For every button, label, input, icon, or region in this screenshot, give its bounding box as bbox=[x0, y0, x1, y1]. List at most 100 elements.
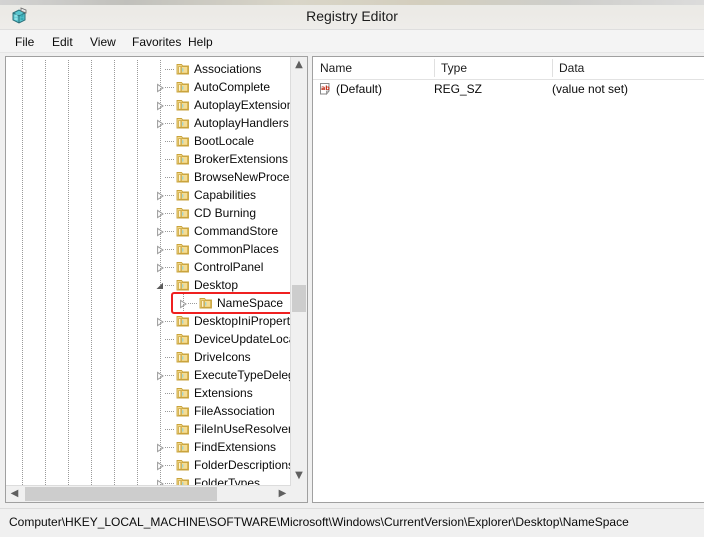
tree-item-bootlocale[interactable]: BootLocale bbox=[6, 132, 291, 150]
tree-expander-expanded-icon[interactable] bbox=[155, 280, 165, 290]
tree-item-foldertypes[interactable]: FolderTypes bbox=[6, 474, 291, 485]
tree-expander-collapsed-icon[interactable] bbox=[178, 298, 188, 309]
tree-guide-line bbox=[68, 276, 69, 294]
tree-item-fileinuseresolver[interactable]: FileInUseResolver bbox=[6, 420, 291, 438]
tree-expander-collapsed-icon[interactable] bbox=[155, 82, 165, 93]
tree-item-desktopiniproperty[interactable]: DesktopIniProperty bbox=[6, 312, 291, 330]
registry-tree-panel[interactable]: Associations AutoComplete AutoplayExtensio… bbox=[5, 56, 308, 503]
tree-guide-line bbox=[22, 168, 23, 186]
tree-item-deviceupdatelocat[interactable]: DeviceUpdateLocat bbox=[6, 330, 291, 348]
tree-guide-line bbox=[45, 186, 46, 204]
tree-guide-line bbox=[68, 240, 69, 258]
table-row[interactable]: ab (Default) REG_SZ (value not set) bbox=[313, 79, 704, 99]
tree-item-controlpanel[interactable]: ControlPanel bbox=[6, 258, 291, 276]
tree-guide-line bbox=[68, 384, 69, 402]
tree-item-cd-burning[interactable]: CD Burning bbox=[6, 204, 291, 222]
tree-guide-line bbox=[160, 402, 161, 420]
menu-file[interactable]: File bbox=[8, 30, 41, 53]
tree-hscroll-thumb[interactable] bbox=[25, 487, 217, 501]
menu-help[interactable]: Help bbox=[181, 30, 220, 53]
tree-guide-line bbox=[45, 78, 46, 96]
tree-connector bbox=[165, 339, 175, 340]
tree-expander-collapsed-icon[interactable] bbox=[155, 442, 165, 453]
menu-bar: File Edit View Favorites Help bbox=[0, 30, 704, 53]
tree-expander-collapsed-icon[interactable] bbox=[155, 118, 165, 129]
tree-guide-line bbox=[68, 150, 69, 168]
tree-item-label: AutoComplete bbox=[194, 80, 271, 94]
tree-item-label: CommandStore bbox=[194, 224, 279, 238]
tree-item-label: DeviceUpdateLocat bbox=[194, 332, 291, 346]
tree-item-desktop[interactable]: Desktop bbox=[6, 276, 291, 294]
tree-item-executetypedelega[interactable]: ExecuteTypeDelega bbox=[6, 366, 291, 384]
tree-scroll-thumb[interactable] bbox=[292, 285, 306, 312]
tree-guide-line bbox=[22, 240, 23, 258]
tree-guide-line bbox=[137, 132, 138, 150]
scroll-right-button[interactable]: ▶ bbox=[274, 486, 291, 502]
tree-expander-collapsed-icon[interactable] bbox=[155, 226, 165, 237]
tree-item-autoplayextensions[interactable]: AutoplayExtensions bbox=[6, 96, 291, 114]
tree-guide-line bbox=[91, 366, 92, 384]
chevron-down-icon: ▼ bbox=[295, 470, 303, 481]
menu-edit[interactable]: Edit bbox=[45, 30, 80, 53]
tree-guide-line bbox=[114, 402, 115, 420]
tree-guide-line bbox=[45, 420, 46, 438]
tree-item-findextensions[interactable]: FindExtensions bbox=[6, 438, 291, 456]
tree-item-autocomplete[interactable]: AutoComplete bbox=[6, 78, 291, 96]
tree-expander-collapsed-icon[interactable] bbox=[155, 262, 165, 273]
column-header-data[interactable]: Data bbox=[552, 57, 704, 79]
tree-guide-line bbox=[22, 384, 23, 402]
registry-values-panel[interactable]: Name Type Data ab (Default) REG_SZ (valu… bbox=[312, 56, 704, 503]
tree-guide-line bbox=[22, 312, 23, 330]
tree-item-extensions[interactable]: Extensions bbox=[6, 384, 291, 402]
tree-guide-line bbox=[45, 222, 46, 240]
tree-guide-line bbox=[160, 150, 161, 168]
menu-favorites[interactable]: Favorites bbox=[125, 30, 188, 53]
registry-tree[interactable]: Associations AutoComplete AutoplayExtensio… bbox=[6, 57, 291, 485]
tree-item-label: CommonPlaces bbox=[194, 242, 279, 256]
tree-expander-collapsed-icon[interactable] bbox=[155, 100, 165, 111]
tree-item-label: FileInUseResolver bbox=[194, 422, 291, 436]
svg-text:ab: ab bbox=[321, 84, 330, 92]
tree-vertical-scrollbar[interactable]: ▲ ▼ bbox=[290, 57, 307, 502]
tree-item-commandstore[interactable]: CommandStore bbox=[6, 222, 291, 240]
tree-expander-collapsed-icon[interactable] bbox=[155, 190, 165, 201]
tree-guide-line bbox=[137, 258, 138, 276]
tree-item-browsenewprocess[interactable]: BrowseNewProcess bbox=[6, 168, 291, 186]
scroll-left-button[interactable]: ◀ bbox=[6, 486, 23, 502]
tree-expander-collapsed-icon[interactable] bbox=[155, 316, 165, 327]
tree-expander-collapsed-icon[interactable] bbox=[155, 370, 165, 381]
tree-horizontal-scrollbar[interactable]: ◀ ▶ bbox=[6, 485, 291, 502]
column-header-name[interactable]: Name bbox=[313, 57, 434, 79]
chevron-left-icon: ◀ bbox=[10, 488, 19, 499]
tree-guide-line bbox=[22, 258, 23, 276]
tree-expander-collapsed-icon[interactable] bbox=[155, 460, 165, 471]
registry-key-icon bbox=[176, 224, 190, 238]
tree-guide-line bbox=[91, 474, 92, 485]
tree-expander-collapsed-icon[interactable] bbox=[155, 478, 165, 485]
menu-view[interactable]: View bbox=[83, 30, 123, 53]
tree-guide-line bbox=[91, 384, 92, 402]
tree-item-namespace[interactable]: NameSpace bbox=[6, 294, 291, 312]
tree-item-driveicons[interactable]: DriveIcons bbox=[6, 348, 291, 366]
tree-item-capabilities[interactable]: Capabilities bbox=[6, 186, 291, 204]
tree-connector bbox=[165, 285, 175, 286]
tree-guide-line bbox=[45, 474, 46, 485]
tree-connector bbox=[165, 321, 175, 322]
column-header-type[interactable]: Type bbox=[434, 57, 552, 79]
tree-guide-line bbox=[45, 348, 46, 366]
tree-guide-line bbox=[68, 132, 69, 150]
tree-item-folderdescriptions[interactable]: FolderDescriptions bbox=[6, 456, 291, 474]
scroll-down-button[interactable]: ▼ bbox=[291, 468, 307, 485]
tree-guide-line bbox=[45, 132, 46, 150]
tree-item-commonplaces[interactable]: CommonPlaces bbox=[6, 240, 291, 258]
tree-expander-collapsed-icon[interactable] bbox=[155, 208, 165, 219]
scroll-up-button[interactable]: ▲ bbox=[291, 57, 307, 74]
registry-key-icon bbox=[176, 116, 190, 130]
registry-key-icon bbox=[176, 368, 190, 382]
tree-item-brokerextensions[interactable]: BrokerExtensions bbox=[6, 150, 291, 168]
tree-item-autoplayhandlers[interactable]: AutoplayHandlers bbox=[6, 114, 291, 132]
tree-expander-collapsed-icon[interactable] bbox=[155, 244, 165, 255]
tree-item-associations[interactable]: Associations bbox=[6, 60, 291, 78]
tree-item-fileassociation[interactable]: FileAssociation bbox=[6, 402, 291, 420]
tree-guide-line bbox=[137, 60, 138, 78]
